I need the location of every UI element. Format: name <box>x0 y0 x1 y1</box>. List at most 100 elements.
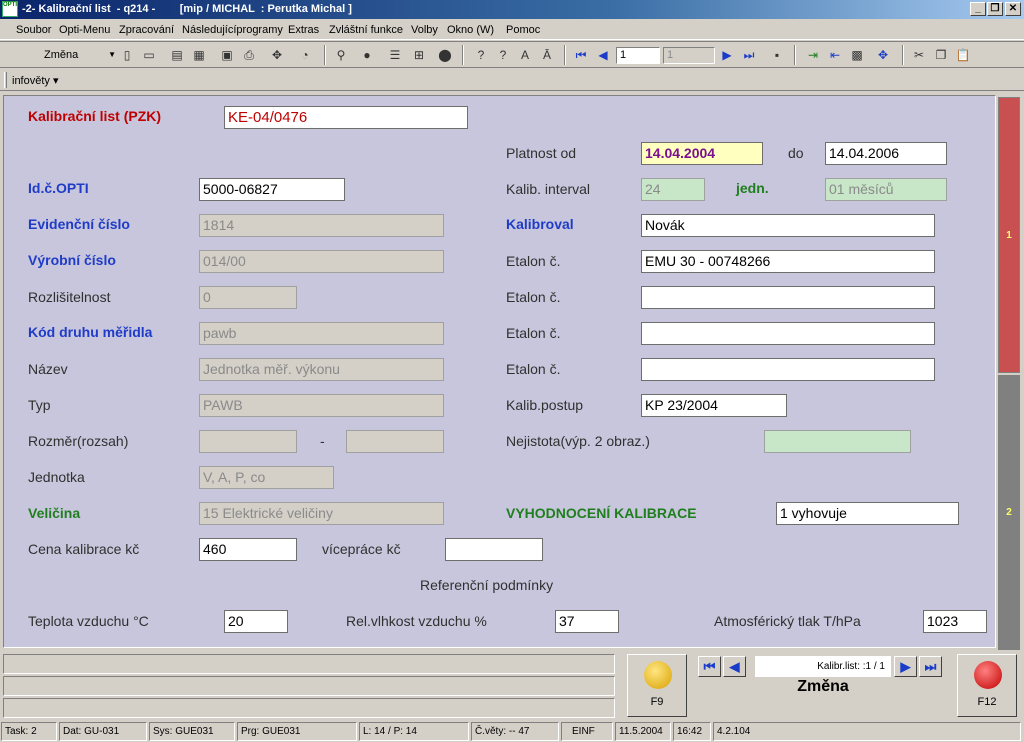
side-tab-1[interactable]: 1 <box>998 97 1020 373</box>
record-number-input[interactable]: 1 <box>616 47 660 64</box>
menu-pomoc[interactable]: Pomoc <box>506 24 540 36</box>
viceprace-field[interactable] <box>445 538 543 561</box>
tlak-label: Atmosférický tlak T/hPa <box>714 613 861 629</box>
separator <box>462 45 464 65</box>
infovety-dropdown[interactable]: infověty ▾ <box>12 74 59 87</box>
do-label: do <box>788 145 804 161</box>
teplota-field[interactable]: 20 <box>224 610 288 633</box>
list-icon[interactable]: ▤ <box>168 46 186 64</box>
nejistota-field <box>764 430 911 453</box>
preview-icon[interactable]: ▦ <box>190 46 208 64</box>
rozmer-od-field <box>199 430 297 453</box>
move-icon[interactable]: ✥ <box>268 46 286 64</box>
first-record-icon[interactable]: ⏮ <box>572 46 590 64</box>
kalib-postup-field[interactable]: KP 23/2004 <box>641 394 787 417</box>
evidencni-field: 1814 <box>199 214 444 237</box>
print-icon[interactable]: ⎙ <box>240 46 258 64</box>
cena-field[interactable]: 460 <box>199 538 297 561</box>
menu-extras[interactable]: Extras <box>288 24 319 36</box>
last-record-button[interactable]: ⏭ <box>919 656 942 677</box>
mode-combo-value: Změna <box>44 49 79 61</box>
f9-save-button[interactable]: F9 <box>627 654 687 717</box>
platnost-od-field[interactable]: 14.04.2004 <box>641 142 763 165</box>
nazev-label: Název <box>28 361 68 377</box>
page-icon[interactable]: ▣ <box>218 46 236 64</box>
kalibroval-label: Kalibroval <box>506 216 574 232</box>
next-record-button[interactable]: ▶ <box>894 656 917 677</box>
etalon-label-4: Etalon č. <box>506 361 561 377</box>
export-icon[interactable]: ⇥ <box>804 46 822 64</box>
vlhkost-field[interactable]: 37 <box>555 610 619 633</box>
status-dat: Dat: GU-031 <box>59 722 147 741</box>
app-icon: OPTI <box>2 1 18 17</box>
ref-podminky-label: Referenční podmínky <box>420 577 554 593</box>
minimize-button[interactable]: _ <box>970 2 986 16</box>
mode-combo[interactable]: Změna ▼ <box>14 46 116 64</box>
f12-exit-button[interactable]: F12 <box>957 654 1017 717</box>
f12-label: F12 <box>977 696 997 708</box>
side-tab-2[interactable]: 2 <box>998 375 1020 650</box>
menu-okno[interactable]: Okno (W) <box>447 24 494 36</box>
menu-soubor[interactable]: Soubor <box>16 24 51 36</box>
filter-icon[interactable]: ● <box>358 46 376 64</box>
restore-button[interactable]: ❐ <box>987 2 1003 16</box>
separator <box>902 45 904 65</box>
menu-volby[interactable]: Volby <box>411 24 438 36</box>
copy-doc-icon[interactable]: ▭ <box>140 46 158 64</box>
rozmer-label: Rozměr(rozsah) <box>28 433 129 449</box>
status-date: 11.5.2004 <box>615 722 671 741</box>
platnost-do-field[interactable]: 14.04.2006 <box>825 142 947 165</box>
menu-zpracovani[interactable]: Zpracování <box>119 24 174 36</box>
menu-zvlastni-funkce[interactable]: Zvláštní funkce <box>329 24 403 36</box>
spell-icon[interactable]: A <box>516 46 534 64</box>
paste-icon[interactable]: 📋 <box>954 46 972 64</box>
cut-icon[interactable]: ✂ <box>910 46 928 64</box>
jedn-field: 01 měsíců <box>825 178 947 201</box>
cena-label: Cena kalibrace kč <box>28 541 140 557</box>
velicina-label: Veličina <box>28 505 81 521</box>
prev-record-button[interactable]: ◀ <box>723 656 746 677</box>
close-button[interactable]: ✕ <box>1005 2 1021 16</box>
move-window-icon[interactable]: ✥ <box>874 46 892 64</box>
save-icon[interactable]: ▪ <box>768 46 786 64</box>
import-icon[interactable]: ⇤ <box>826 46 844 64</box>
help-context-icon[interactable]: ? <box>494 46 512 64</box>
etalon-field-2[interactable] <box>641 286 935 309</box>
last-record-icon[interactable]: ⏭ <box>740 46 758 64</box>
tree-icon[interactable]: ⊞ <box>410 46 428 64</box>
stop-icon[interactable]: ⬤ <box>436 46 454 64</box>
vyhodnoceni-label: VYHODNOCENÍ KALIBRACE <box>506 505 697 521</box>
menu-nasledujici-programy[interactable]: Následujícíprogramy <box>182 24 283 36</box>
text-icon[interactable]: Ā <box>538 46 556 64</box>
toolbar-grip <box>4 72 7 88</box>
prev-record-icon[interactable]: ◀ <box>594 46 612 64</box>
teplota-label: Teplota vzduchu °C <box>28 613 149 629</box>
new-doc-icon[interactable]: ▯ <box>118 46 136 64</box>
vlhkost-label: Rel.vlhkost vzduchu % <box>346 613 487 629</box>
refresh-icon[interactable]: ◔ <box>296 46 314 64</box>
separator <box>794 45 796 65</box>
menu-opti-menu[interactable]: Opti-Menu <box>59 24 110 36</box>
vyhodnoceni-field[interactable]: 1 vyhovuje <box>776 502 959 525</box>
separator <box>564 45 566 65</box>
kalib-postup-label: Kalib.postup <box>506 397 584 413</box>
first-record-button[interactable]: ⏮ <box>698 656 721 677</box>
tlak-field[interactable]: 1023 <box>923 610 987 633</box>
etalon-field-1[interactable]: EMU 30 - 00748266 <box>641 250 935 273</box>
header-field[interactable]: KE-04/0476 <box>224 106 468 129</box>
title-bar: OPTI -2- Kalibrační list - q214 - [mip /… <box>0 0 1024 19</box>
help-icon[interactable]: ? <box>472 46 490 64</box>
status-einf: EINF <box>561 722 613 741</box>
grid-icon[interactable]: ▩ <box>848 46 866 64</box>
etalon-field-4[interactable] <box>641 358 935 381</box>
info-toolbar: infověty ▾ <box>0 69 1024 91</box>
find-icon[interactable]: ⚲ <box>332 46 350 64</box>
evidencni-label: Evidenční číslo <box>28 216 130 232</box>
next-record-icon[interactable]: ▶ <box>718 46 736 64</box>
kalibroval-field[interactable]: Novák <box>641 214 935 237</box>
jedn-label: jedn. <box>736 180 769 196</box>
etalon-field-3[interactable] <box>641 322 935 345</box>
sort-icon[interactable]: ☰ <box>386 46 404 64</box>
id-opti-field[interactable]: 5000-06827 <box>199 178 345 201</box>
copy-icon[interactable]: ❐ <box>932 46 950 64</box>
